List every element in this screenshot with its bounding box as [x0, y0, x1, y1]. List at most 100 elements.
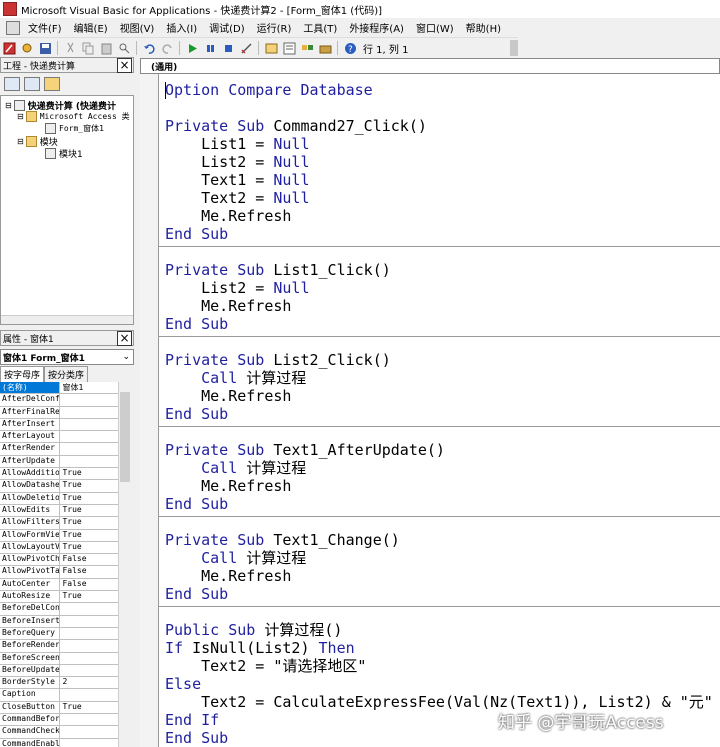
code-line[interactable]: If IsNull(List2) Then — [165, 639, 355, 657]
property-row[interactable]: AfterLayout — [0, 431, 118, 444]
toggle-folders-icon[interactable] — [44, 77, 60, 91]
copy-icon[interactable] — [81, 41, 95, 55]
property-value[interactable]: True — [60, 493, 118, 504]
view-code-icon[interactable] — [4, 77, 20, 91]
code-line[interactable]: Private Sub Text1_Change() — [165, 531, 400, 549]
property-row[interactable]: Caption — [0, 689, 118, 702]
project-explorer-icon[interactable] — [264, 41, 278, 55]
code-margin-indicator-bar[interactable] — [140, 74, 159, 747]
cut-icon[interactable] — [63, 41, 77, 55]
toolbox-icon[interactable] — [318, 41, 332, 55]
tree-item-form[interactable]: Form_窗体1 — [45, 123, 104, 134]
toolbar-overflow-grip[interactable] — [510, 40, 518, 56]
menu-edit[interactable]: 编辑(E) — [68, 20, 114, 35]
property-value[interactable] — [60, 394, 118, 405]
property-value[interactable] — [60, 665, 118, 676]
property-row[interactable]: CommandChecke — [0, 726, 118, 739]
object-browser-icon[interactable] — [300, 41, 314, 55]
property-value[interactable] — [60, 407, 118, 418]
code-line[interactable]: Private Sub Command27_Click() — [165, 117, 427, 135]
code-line[interactable]: Option Compare Database — [165, 81, 373, 99]
code-line[interactable]: List2 = Null — [165, 279, 309, 297]
property-row[interactable]: AllowPivotCha False — [0, 554, 118, 567]
property-value[interactable]: True — [60, 702, 118, 713]
code-line[interactable]: List2 = Null — [165, 153, 309, 171]
property-value[interactable]: 窗体1 — [60, 382, 118, 393]
property-row[interactable]: AllowPivotTab False — [0, 566, 118, 579]
property-row[interactable]: BorderStyle 2 — [0, 677, 118, 690]
tab-alphabetic[interactable]: 按字母序 — [0, 366, 45, 382]
property-value[interactable] — [60, 431, 118, 442]
menu-help[interactable]: 帮助(H) — [460, 20, 507, 35]
tree-item-module1[interactable]: 模块1 — [45, 147, 83, 160]
property-row[interactable]: (名称) 窗体1 — [0, 382, 118, 395]
property-row[interactable]: AllowDatashee True — [0, 480, 118, 493]
menu-tools[interactable]: 工具(T) — [297, 20, 343, 35]
property-row[interactable]: AllowEdits True — [0, 504, 118, 518]
property-row[interactable]: AllowAddition True — [0, 468, 118, 481]
property-value[interactable] — [60, 653, 118, 664]
project-close-icon[interactable]: × — [117, 57, 132, 73]
property-value[interactable] — [60, 739, 118, 747]
tab-categorized[interactable]: 按分类序 — [44, 366, 89, 382]
code-line[interactable]: End Sub — [165, 585, 228, 603]
code-line[interactable]: Text1 = Null — [165, 171, 309, 189]
properties-scroll-thumb[interactable] — [120, 392, 130, 482]
property-row[interactable]: AfterDelConfi — [0, 394, 118, 407]
redo-icon[interactable] — [160, 41, 174, 55]
property-value[interactable] — [60, 616, 118, 627]
object-select[interactable]: 窗体1 Form_窗体1 ⌄ — [0, 349, 134, 365]
property-row[interactable]: AutoResize True — [0, 591, 118, 604]
property-row[interactable]: BeforeUpdate — [0, 664, 118, 678]
menu-view[interactable]: 视图(V) — [114, 20, 161, 35]
property-value[interactable]: True — [60, 517, 118, 528]
property-row[interactable]: BeforeScreenT — [0, 652, 118, 665]
property-value[interactable] — [60, 456, 118, 467]
code-line[interactable]: End Sub — [165, 495, 228, 513]
property-row[interactable]: AllowLayoutVi True — [0, 541, 118, 555]
code-line[interactable]: Call 计算过程 — [165, 369, 306, 387]
code-line[interactable]: Private Sub List2_Click() — [165, 351, 391, 369]
code-line[interactable]: Else — [165, 675, 201, 693]
code-line[interactable]: End Sub — [165, 315, 228, 333]
code-line[interactable]: Private Sub Text1_AfterUpdate() — [165, 441, 445, 459]
property-row[interactable]: AllowDeletion True — [0, 492, 118, 505]
properties-window-icon[interactable] — [282, 41, 296, 55]
code-line[interactable]: Me.Refresh — [165, 387, 291, 405]
property-row[interactable]: AfterFinalRer — [0, 406, 118, 419]
insert-object-icon[interactable] — [20, 41, 34, 55]
code-line[interactable]: Me.Refresh — [165, 297, 291, 315]
property-value[interactable] — [60, 640, 118, 651]
help-icon[interactable]: ? — [343, 41, 357, 55]
code-line[interactable]: Me.Refresh — [165, 207, 291, 225]
property-value[interactable] — [60, 603, 118, 614]
pause-icon[interactable] — [203, 41, 217, 55]
property-row[interactable]: CloseButton True — [0, 701, 118, 715]
property-value[interactable] — [60, 726, 118, 737]
view-object-icon[interactable] — [24, 77, 40, 91]
tree-item-access-objects[interactable]: ⊟ Microsoft Access 类 — [17, 111, 130, 122]
menu-window[interactable]: 窗口(W) — [410, 20, 460, 35]
code-line[interactable]: Public Sub 计算过程() — [165, 621, 342, 639]
menu-app-icon[interactable] — [6, 20, 20, 35]
code-line[interactable]: End If — [165, 711, 219, 729]
design-mode-icon[interactable] — [239, 41, 253, 55]
property-value[interactable]: False — [60, 579, 118, 590]
property-value[interactable]: True — [60, 480, 118, 491]
properties-scrollbar[interactable] — [118, 382, 131, 747]
menu-run[interactable]: 运行(R) — [251, 20, 298, 35]
property-row[interactable]: BeforeDelConf — [0, 603, 118, 616]
property-row[interactable]: BeforeInsert — [0, 615, 118, 628]
property-value[interactable]: True — [60, 468, 118, 479]
code-line[interactable]: Private Sub List1_Click() — [165, 261, 391, 279]
property-row[interactable]: AutoCenter False — [0, 578, 118, 592]
property-row[interactable]: AfterRender — [0, 443, 118, 456]
property-value[interactable] — [60, 689, 118, 700]
undo-icon[interactable] — [142, 41, 156, 55]
property-value[interactable] — [60, 714, 118, 725]
menu-insert[interactable]: 插入(I) — [160, 20, 203, 35]
code-editor[interactable]: Option Compare Database Private Sub Comma… — [140, 74, 720, 747]
find-icon[interactable] — [117, 41, 131, 55]
code-line[interactable]: Me.Refresh — [165, 477, 291, 495]
code-line[interactable]: Call 计算过程 — [165, 459, 306, 477]
